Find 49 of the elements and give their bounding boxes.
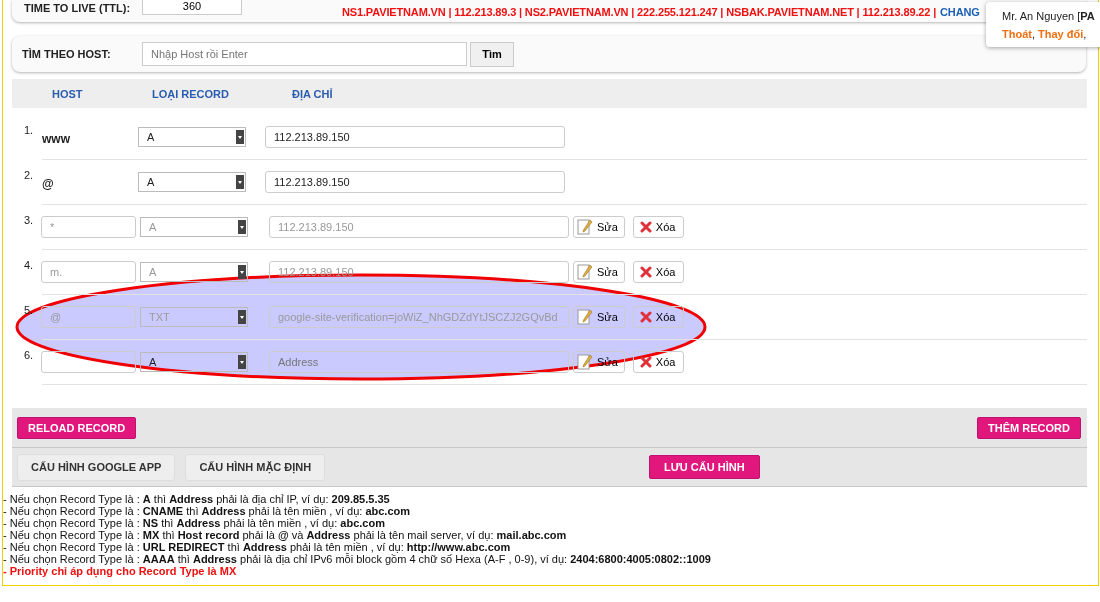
pencil-paper-icon <box>577 219 593 235</box>
nameserver-list: NS1.PAVIETNAM.VN | 112.213.89.3 | NS2.PAVIETNAM.VN | 222.255.121.247 | NSBAK.PAVIETNAM.NET | 112.213.89.22 | <box>342 6 937 18</box>
help-text: - Nếu chọn Record Type là : MX thì Host record phải là @ và Address phải là tên mail server, ví dụ: mail.abc.com <box>3 529 567 541</box>
type-dropdown[interactable]: A <box>138 127 246 147</box>
separator-text: , <box>1083 28 1087 40</box>
close-icon <box>639 221 652 233</box>
user-name: Mr. An Nguyen [PA <box>1002 10 1095 22</box>
search-label: TÌM THEO HOST: <box>22 48 112 60</box>
column-header: LOẠI RECORD <box>152 87 230 100</box>
add-record-button[interactable]: THÊM RECORD <box>977 416 1081 439</box>
close-icon <box>639 266 652 278</box>
help-text: - Nếu chọn Record Type là : URL REDIRECT thì Address phải là tên miền , ví dụ: http://www.abc.com <box>3 541 511 553</box>
ttl-field[interactable]: 360 <box>142 0 242 15</box>
delete-button[interactable]: Xóa <box>632 351 685 373</box>
change-link[interactable]: CHANG <box>940 6 980 18</box>
save-button[interactable]: LƯU CẤU HÌNH <box>649 455 760 479</box>
close-icon <box>639 311 652 323</box>
search-button[interactable]: Tìm <box>470 41 514 67</box>
help-text: - Nếu chọn Record Type là : CNAME thì Address phải là tên miền , ví dụ: abc.com <box>3 505 411 517</box>
address-field[interactable]: 112.213.89.150 <box>265 171 565 193</box>
config-button[interactable]: CẤU HÌNH MẶC ĐỊNH <box>185 453 326 481</box>
type-dropdown[interactable]: A <box>138 172 246 192</box>
column-header: ĐỊA CHỈ <box>292 87 333 100</box>
close-icon <box>639 356 652 368</box>
pencil-paper-icon <box>577 264 593 280</box>
config-button[interactable]: CẤU HÌNH GOOGLE APP <box>17 453 176 481</box>
search-field[interactable]: Nhập Host rồi Enter <box>142 42 467 66</box>
help-text: - Nếu chọn Record Type là : NS thì Address phải là tên miền , ví dụ: abc.com <box>3 517 385 529</box>
row-number: 6. <box>24 349 34 361</box>
type-dropdown[interactable]: A <box>140 352 248 372</box>
column-header: HOST <box>52 87 84 100</box>
pencil-paper-icon <box>577 354 593 370</box>
row-number: 5. <box>24 304 34 316</box>
row-number: 1. <box>24 124 34 136</box>
pencil-paper-icon <box>577 309 593 325</box>
reload-button[interactable]: RELOAD RECORD <box>17 416 137 439</box>
help-text: - Nếu chọn Record Type là : AAAA thì Address phải là địa chỉ IPv6 mỗi block gồm 4 chữ số Hexa (A-F , 0-9), ví dụ: 2404:6800:4005:0802::1009 <box>3 553 711 565</box>
address-field[interactable]: Address <box>269 351 569 373</box>
row-number: 4. <box>24 259 34 271</box>
help-text: - Nếu chọn Record Type là : A thì Address phải là địa chỉ IP, ví dụ: 209.85.5.35 <box>3 493 390 505</box>
address-field[interactable]: 112.213.89.150 <box>265 126 565 148</box>
row-number: 3. <box>24 214 34 226</box>
note-text: - Priority chỉ áp dụng cho Record Type là MX <box>3 565 237 577</box>
ttl-label: TIME TO LIVE (TTL): <box>24 2 132 14</box>
separator-text: , <box>1031 28 1035 40</box>
host-text: @ <box>42 177 55 191</box>
host-text: www <box>42 132 71 146</box>
row-number: 2. <box>24 169 34 181</box>
host-field[interactable] <box>41 351 136 373</box>
